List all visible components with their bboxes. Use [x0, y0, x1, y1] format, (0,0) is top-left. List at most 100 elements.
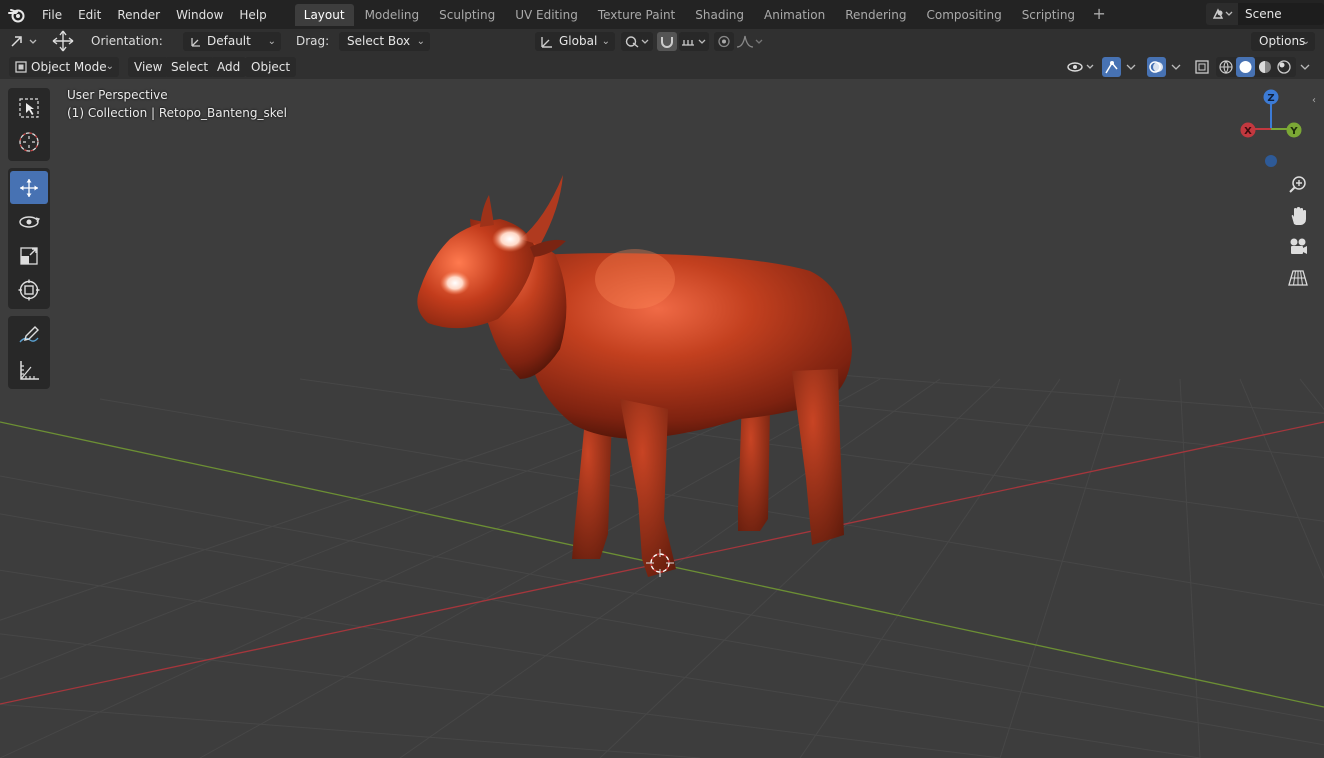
object-mode-icon [15, 61, 27, 73]
tool-group-annotate [8, 316, 50, 389]
xray-icon [1195, 60, 1209, 74]
tab-scripting[interactable]: Scripting [1013, 4, 1084, 26]
view-menu[interactable]: View [128, 57, 169, 77]
rendered-shading-icon[interactable] [1277, 60, 1291, 74]
workspace-tabs: Layout Modeling Sculpting UV Editing Tex… [294, 0, 1108, 29]
orientation-dropdown[interactable]: Default ⌄ [183, 32, 281, 51]
menu-help[interactable]: Help [231, 4, 274, 26]
tab-modeling[interactable]: Modeling [356, 4, 429, 26]
cursor-tool-icon [19, 131, 39, 152]
menu-file[interactable]: File [34, 4, 70, 26]
tab-rendering[interactable]: Rendering [836, 4, 915, 26]
rotate-tool[interactable] [10, 205, 48, 238]
shading-dropdown[interactable] [1297, 57, 1313, 77]
orientation-icon [191, 38, 200, 47]
transform-tool-icon [18, 279, 40, 300]
gizmo-toggle[interactable] [1102, 57, 1121, 77]
tab-compositing[interactable]: Compositing [917, 4, 1010, 26]
add-workspace-button[interactable]: + [1090, 5, 1108, 24]
tool-group-transform [8, 168, 50, 309]
scale-tool[interactable] [10, 239, 48, 272]
top-menu-bar: File Edit Render Window Help Layout Mode… [0, 0, 1324, 29]
measure-tool[interactable] [10, 353, 48, 386]
proportional-falloff-dropdown[interactable] [735, 32, 765, 51]
pivot-link-icon [625, 36, 649, 48]
annotate-tool[interactable] [10, 319, 48, 352]
active-collection-label: (1) Collection | Retopo_Banteng_skel [67, 106, 288, 120]
scene-name-field[interactable]: Scene [1238, 3, 1324, 25]
xray-toggle[interactable] [1192, 57, 1212, 77]
ortho-toggle-button[interactable] [1284, 264, 1312, 292]
mode-value: Object Mode [31, 60, 107, 74]
object-menu[interactable]: Object [245, 57, 297, 77]
options-dropdown[interactable]: Options ⌄ [1251, 32, 1315, 51]
tool-group-select [8, 88, 50, 161]
orientation-label: Orientation: [91, 34, 163, 48]
shading-mode-group [1216, 57, 1296, 77]
tool-dropdown[interactable] [8, 32, 40, 51]
proportional-edit-icon [718, 35, 730, 48]
pivot-point-dropdown[interactable] [621, 32, 653, 51]
chevron-down-icon: ⌄ [601, 36, 610, 47]
proportional-edit-toggle[interactable] [714, 32, 734, 51]
visibility-dropdown[interactable] [1064, 57, 1098, 77]
overlays-icon [1149, 61, 1163, 73]
3d-viewport[interactable]: Z X Y User Perspective (1) Collection | … [0, 79, 1324, 758]
select-menu[interactable]: Select [165, 57, 215, 77]
global-axes-icon [541, 37, 552, 48]
measure-tool-icon [20, 360, 39, 380]
tab-shading[interactable]: Shading [686, 4, 753, 26]
viewport-scene: Z X Y [0, 89, 1324, 758]
sidebar-toggle-icon[interactable]: ‹ [1312, 95, 1322, 109]
transform-tool[interactable] [10, 273, 48, 306]
zoom-button[interactable] [1284, 171, 1312, 199]
camera-view-button[interactable] [1284, 233, 1312, 261]
cursor-tool[interactable] [10, 125, 48, 158]
navigation-controls [1284, 171, 1312, 295]
chevron-down-icon [1300, 64, 1310, 70]
drag-dropdown[interactable]: Select Box ⌄ [339, 32, 430, 51]
add-menu[interactable]: Add [211, 57, 247, 77]
gizmo-dropdown[interactable] [1122, 57, 1140, 77]
snap-target-dropdown[interactable] [679, 32, 709, 51]
ortho-grid-icon [1288, 270, 1308, 286]
falloff-curve-icon [736, 35, 763, 48]
material-shading-icon[interactable] [1259, 61, 1271, 73]
chevron-down-icon [1126, 64, 1136, 70]
tab-layout[interactable]: Layout [294, 3, 354, 26]
solid-shading-icon[interactable] [1239, 61, 1252, 73]
navigation-gizmo[interactable]: Z X Y [1240, 89, 1302, 168]
overlays-dropdown[interactable] [1167, 57, 1185, 77]
move-gizmo-icon[interactable] [50, 30, 76, 52]
banteng-model[interactable] [417, 175, 852, 577]
menu-window[interactable]: Window [168, 4, 231, 26]
select-box-tool[interactable] [10, 91, 48, 124]
tab-sculpting[interactable]: Sculpting [430, 4, 504, 26]
chevron-down-icon: ⌄ [105, 61, 114, 72]
gizmo-icon [1105, 61, 1118, 74]
zoom-icon [1289, 176, 1306, 193]
gizmo-x-label: X [1244, 126, 1252, 137]
wireframe-shading-icon[interactable] [1219, 60, 1233, 74]
menu-render[interactable]: Render [109, 4, 168, 26]
move-tool[interactable] [10, 171, 48, 204]
tab-texture-paint[interactable]: Texture Paint [589, 4, 684, 26]
pan-hand-icon [1291, 207, 1306, 225]
tab-animation[interactable]: Animation [755, 4, 834, 26]
options-label: Options [1259, 34, 1306, 48]
menu-edit[interactable]: Edit [70, 4, 109, 26]
mode-dropdown[interactable]: Object Mode ⌄ [9, 57, 119, 77]
scale-tool-icon [20, 246, 38, 265]
view-perspective-label: User Perspective [67, 88, 168, 102]
blender-logo-icon[interactable] [0, 0, 34, 29]
scene-browse-button[interactable] [1206, 3, 1238, 25]
select-box-tool-icon [19, 97, 39, 118]
transform-orientation-dropdown[interactable]: Global ⌄ [535, 32, 615, 51]
pan-button[interactable] [1284, 202, 1312, 230]
overlays-toggle[interactable] [1147, 57, 1166, 77]
scene-icon [1212, 8, 1233, 19]
orientation-value: Default [207, 34, 251, 48]
drag-value: Select Box [347, 34, 411, 48]
tab-uv-editing[interactable]: UV Editing [506, 4, 587, 26]
snap-toggle[interactable] [657, 32, 677, 51]
